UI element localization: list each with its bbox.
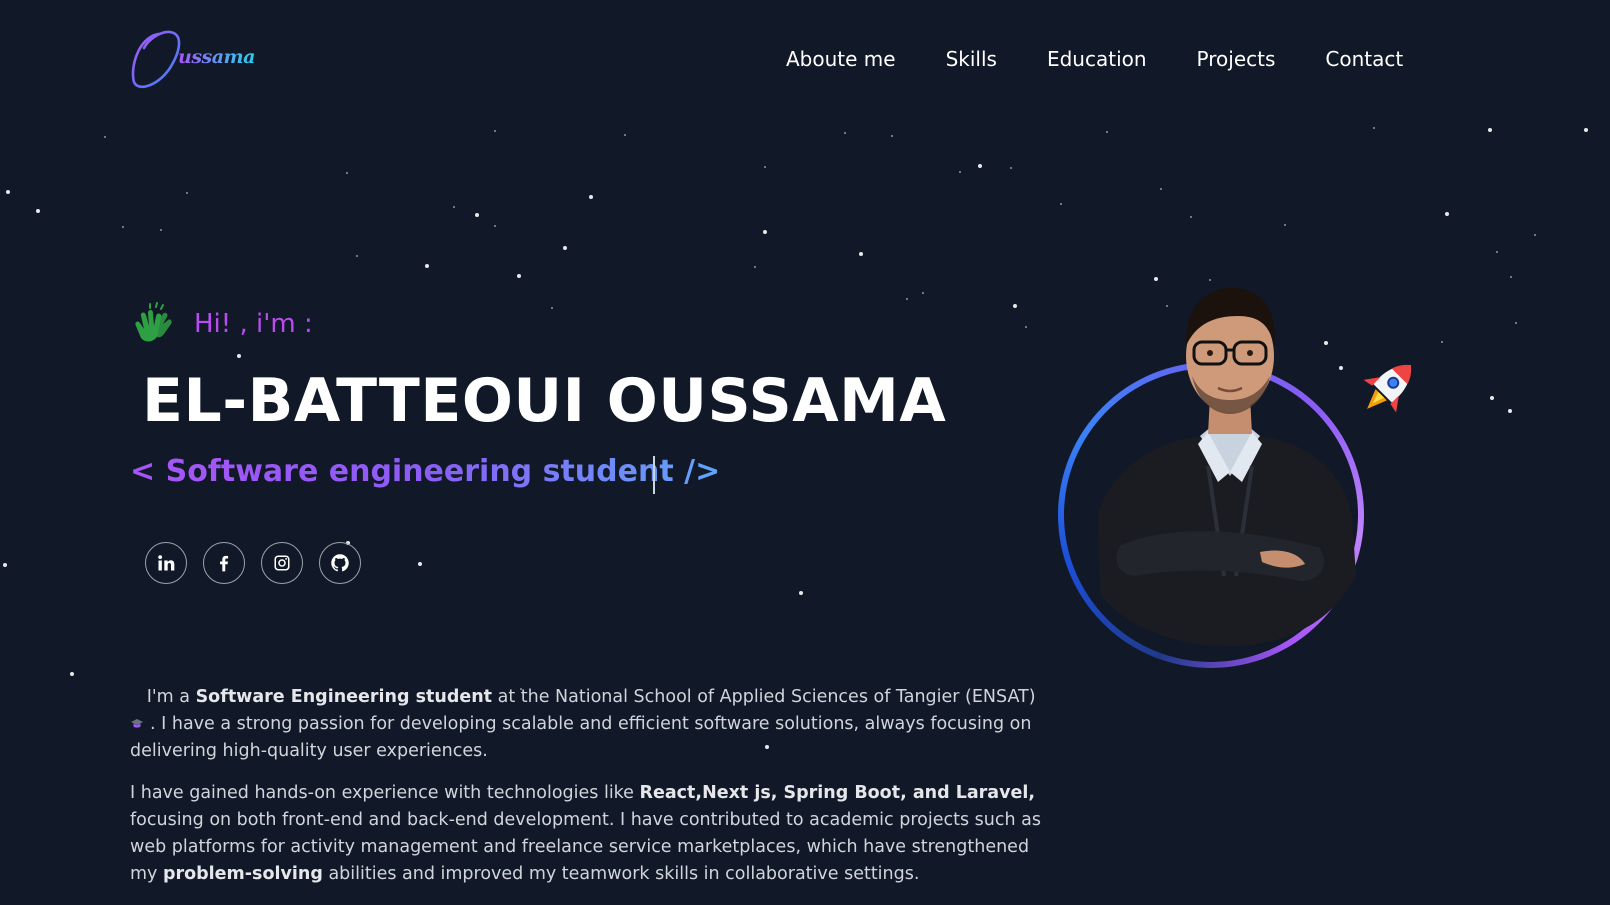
hero-role: < Software engineering student /> xyxy=(130,454,721,489)
linkedin-button[interactable] xyxy=(145,542,187,584)
about-section: I'm a Software Engineering student at th… xyxy=(130,684,1060,903)
nav-education[interactable]: Education xyxy=(1047,47,1147,71)
hero-greeting: Hi! , i'm : xyxy=(130,302,313,346)
typing-caret xyxy=(653,456,655,494)
instagram-button[interactable] xyxy=(261,542,303,584)
nav-about-me[interactable]: Aboute me xyxy=(786,47,896,71)
main-nav: Aboute me Skills Education Projects Cont… xyxy=(786,47,1403,71)
about-paragraph-1: I'm a Software Engineering student at th… xyxy=(130,687,1036,761)
profile-photo xyxy=(1080,276,1380,656)
graduation-cap-icon xyxy=(131,719,143,728)
greeting-text: Hi! , i'm : xyxy=(194,309,313,339)
nav-skills[interactable]: Skills xyxy=(946,47,997,71)
logo-text: ussama xyxy=(178,46,255,68)
site-logo[interactable]: ussama xyxy=(128,28,258,92)
hero-name: EL-BATTEOUI OUSSAMA xyxy=(142,366,947,436)
nav-contact[interactable]: Contact xyxy=(1325,47,1403,71)
linkedin-icon xyxy=(158,555,175,571)
instagram-icon xyxy=(274,555,290,571)
github-button[interactable] xyxy=(319,542,361,584)
clapping-hands-icon xyxy=(135,302,172,342)
facebook-button[interactable] xyxy=(203,542,245,584)
facebook-icon xyxy=(220,555,229,572)
nav-projects[interactable]: Projects xyxy=(1197,47,1276,71)
social-links xyxy=(145,542,361,584)
about-paragraph-2: I have gained hands-on experience with t… xyxy=(130,783,1041,884)
github-icon xyxy=(331,554,349,572)
portfolio-page: ussama Aboute me Skills Education Projec… xyxy=(0,0,1610,905)
rocket-icon xyxy=(1363,364,1412,413)
